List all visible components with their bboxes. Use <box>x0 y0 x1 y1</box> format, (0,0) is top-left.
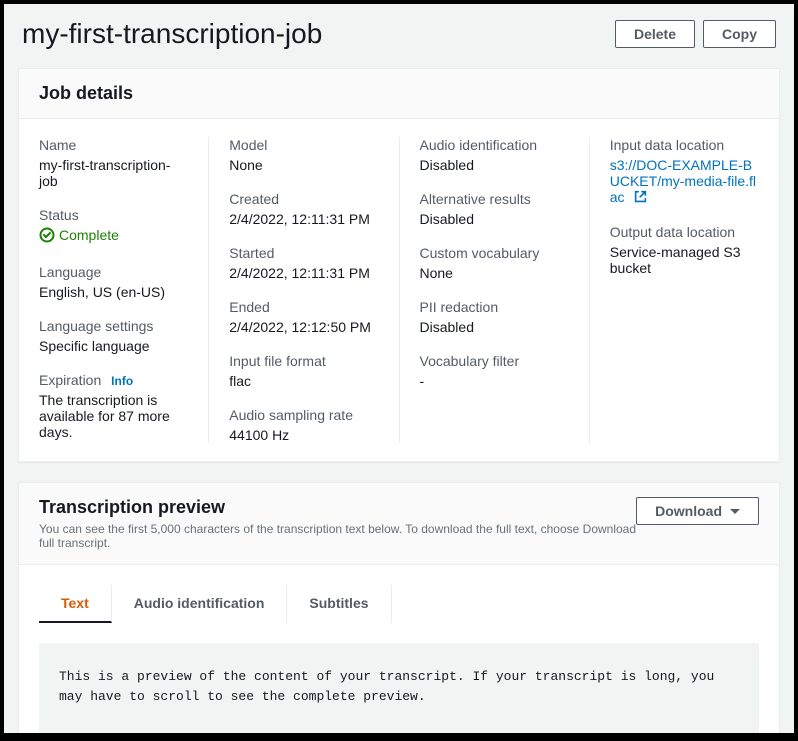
status-text: Complete <box>59 227 119 243</box>
ended-value: 2/4/2022, 12:12:50 PM <box>229 319 378 335</box>
ended-label: Ended <box>229 299 378 315</box>
external-link-icon <box>634 190 647 206</box>
input-loc-value: s3://DOC-EXAMPLE-BUCKET/my-media-file.fl… <box>610 157 759 206</box>
audio-id-value: Disabled <box>420 157 569 173</box>
custom-vocab-value: None <box>420 265 569 281</box>
preview-subtext: You can see the first 5,000 characters o… <box>39 522 636 550</box>
page-header: my-first-transcription-job Delete Copy <box>4 4 794 68</box>
job-details-header: Job details <box>19 69 779 119</box>
status-label: Status <box>39 207 188 223</box>
field-sampling: Audio sampling rate 44100 Hz <box>229 407 378 443</box>
job-details-panel: Job details Name my-first-transcription-… <box>18 68 780 462</box>
field-created: Created 2/4/2022, 12:11:31 PM <box>229 191 378 227</box>
field-input-loc: Input data location s3://DOC-EXAMPLE-BUC… <box>610 137 759 206</box>
details-col-4: Input data location s3://DOC-EXAMPLE-BUC… <box>610 137 759 443</box>
output-loc-label: Output data location <box>610 224 759 240</box>
download-button[interactable]: Download <box>636 497 759 525</box>
download-label: Download <box>655 503 722 519</box>
page-title: my-first-transcription-job <box>22 18 322 50</box>
created-label: Created <box>229 191 378 207</box>
job-details-title: Job details <box>39 83 759 104</box>
lang-settings-label: Language settings <box>39 318 188 334</box>
field-status: Status Complete <box>39 207 188 246</box>
field-output-loc: Output data location Service-managed S3 … <box>610 224 759 276</box>
output-loc-value: Service-managed S3 bucket <box>610 244 759 276</box>
preview-tabs: Text Audio identification Subtitles <box>19 585 779 623</box>
model-label: Model <box>229 137 378 153</box>
field-input-format: Input file format flac <box>229 353 378 389</box>
caret-down-icon <box>730 509 740 514</box>
preview-title: Transcription preview <box>39 497 636 518</box>
status-value: Complete <box>39 227 119 243</box>
alt-results-label: Alternative results <box>420 191 569 207</box>
created-value: 2/4/2022, 12:11:31 PM <box>229 211 378 227</box>
details-col-3: Audio identification Disabled Alternativ… <box>420 137 590 443</box>
info-link[interactable]: Info <box>111 374 133 388</box>
tab-text[interactable]: Text <box>39 585 112 623</box>
header-actions: Delete Copy <box>615 20 776 48</box>
preview-panel: Transcription preview You can see the fi… <box>18 482 780 733</box>
language-label: Language <box>39 264 188 280</box>
details-col-1: Name my-first-transcription-job Status C… <box>39 137 209 443</box>
field-started: Started 2/4/2022, 12:11:31 PM <box>229 245 378 281</box>
expiration-value: The transcription is available for 87 mo… <box>39 392 188 440</box>
details-col-2: Model None Created 2/4/2022, 12:11:31 PM… <box>229 137 399 443</box>
vocab-filter-value: - <box>420 373 569 389</box>
started-value: 2/4/2022, 12:11:31 PM <box>229 265 378 281</box>
audio-id-label: Audio identification <box>420 137 569 153</box>
input-format-value: flac <box>229 373 378 389</box>
field-expiration: Expiration Info The transcription is ava… <box>39 372 188 440</box>
sampling-label: Audio sampling rate <box>229 407 378 423</box>
pii-value: Disabled <box>420 319 569 335</box>
pii-label: PII redaction <box>420 299 569 315</box>
delete-button[interactable]: Delete <box>615 20 695 48</box>
field-name: Name my-first-transcription-job <box>39 137 188 189</box>
lang-settings-value: Specific language <box>39 338 188 354</box>
field-model: Model None <box>229 137 378 173</box>
preview-content: This is a preview of the content of your… <box>39 643 759 733</box>
field-vocab-filter: Vocabulary filter - <box>420 353 569 389</box>
sampling-value: 44100 Hz <box>229 427 378 443</box>
input-loc-link[interactable]: s3://DOC-EXAMPLE-BUCKET/my-media-file.fl… <box>610 157 756 205</box>
name-label: Name <box>39 137 188 153</box>
model-value: None <box>229 157 378 173</box>
copy-button[interactable]: Copy <box>703 20 776 48</box>
field-ended: Ended 2/4/2022, 12:12:50 PM <box>229 299 378 335</box>
language-value: English, US (en-US) <box>39 284 188 300</box>
field-pii: PII redaction Disabled <box>420 299 569 335</box>
check-circle-icon <box>39 227 55 243</box>
vocab-filter-label: Vocabulary filter <box>420 353 569 369</box>
field-custom-vocab: Custom vocabulary None <box>420 245 569 281</box>
custom-vocab-label: Custom vocabulary <box>420 245 569 261</box>
started-label: Started <box>229 245 378 261</box>
alt-results-value: Disabled <box>420 211 569 227</box>
input-format-label: Input file format <box>229 353 378 369</box>
field-audio-id: Audio identification Disabled <box>420 137 569 173</box>
preview-header: Transcription preview You can see the fi… <box>19 483 779 565</box>
tab-audio-identification[interactable]: Audio identification <box>112 585 288 623</box>
job-details-grid: Name my-first-transcription-job Status C… <box>19 119 779 461</box>
tab-subtitles[interactable]: Subtitles <box>287 585 391 623</box>
expiration-label-text: Expiration <box>39 372 101 388</box>
field-lang-settings: Language settings Specific language <box>39 318 188 354</box>
expiration-label: Expiration Info <box>39 372 188 388</box>
field-alt-results: Alternative results Disabled <box>420 191 569 227</box>
field-language: Language English, US (en-US) <box>39 264 188 300</box>
input-loc-label: Input data location <box>610 137 759 153</box>
name-value: my-first-transcription-job <box>39 157 188 189</box>
